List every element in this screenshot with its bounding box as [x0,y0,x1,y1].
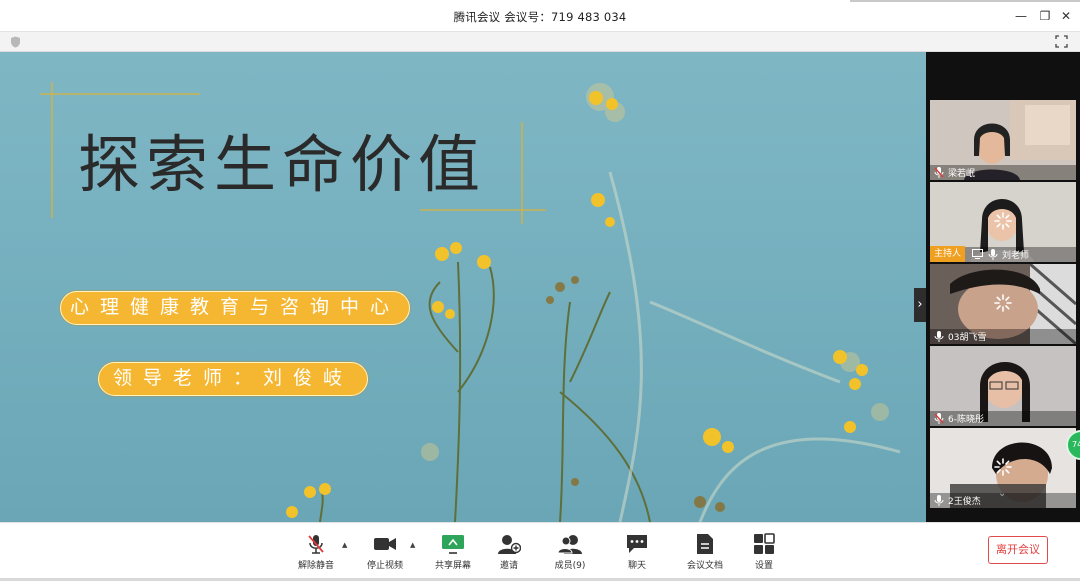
video-options-caret-icon[interactable]: ▲ [410,541,415,549]
share-screen-button[interactable]: 共享屏幕 [423,531,483,575]
members-label: 成员(9) [554,561,586,571]
restore-icon[interactable]: ❐ [1035,6,1055,26]
participant-name: 2王俊杰 [948,497,981,507]
participant-name: 03胡飞雪 [948,333,987,343]
invite-user-icon [498,535,521,554]
audio-options-caret-icon[interactable]: ▲ [342,541,347,549]
participant-tile[interactable]: 梁若岷 [930,100,1076,180]
mic-muted-icon [308,535,324,554]
unmute-label: 解除静音 [297,561,334,571]
participant-name: 刘老师 [1002,251,1030,261]
secondary-bar [0,32,1080,52]
mic-muted-icon [934,413,944,424]
video-camera-icon [374,538,396,550]
host-badge: 主持人 [930,246,966,262]
loading-spinner-icon [994,294,1012,312]
participant-panel: › 梁若岷 主持人 刘老师 03胡飞雪 6-陈晓彤 ⌄ 2王俊杰 [914,52,1080,522]
slide-title: 探索生命价值 [78,128,487,201]
settings-label: 设置 [754,561,773,571]
chat-bubble-icon [627,535,647,553]
invite-label: 邀请 [499,561,518,571]
chat-button[interactable]: 聊天 [607,531,667,575]
members-icon [558,535,582,554]
participant-tile-host[interactable]: 主持人 刘老师 [930,182,1076,262]
participant-name: 6-陈晓彤 [948,415,984,425]
title-bar: 腾讯会议 会议号：719 483 034 — ❐ ✕ [0,0,1080,32]
slide-teacher-pill: 领导老师：刘俊岐 [98,362,368,396]
window-title: 腾讯会议 会议号：719 483 034 [453,10,627,24]
stop-video-label: 停止视频 [366,561,403,571]
title-strip [850,0,1080,2]
chat-label: 聊天 [627,561,646,571]
mic-icon [934,331,944,342]
document-icon [697,534,713,554]
participant-name: 梁若岷 [948,169,976,179]
collapse-panel-arrow-icon[interactable]: › [914,288,926,322]
shared-slide: 探索生命价值 心理健康教育与咨询中心 领导老师：刘俊岐 [0,52,926,522]
mic-icon [934,495,944,506]
screen-share-icon [972,249,983,259]
loading-spinner-icon [994,212,1012,230]
unmute-button[interactable]: 解除静音 [286,531,346,575]
members-button[interactable]: 成员(9) [540,531,600,575]
share-screen-icon [442,535,464,554]
fullscreen-icon[interactable] [1055,35,1068,48]
minimize-icon[interactable]: — [1011,6,1031,26]
close-icon[interactable]: ✕ [1056,6,1076,26]
security-shield-icon[interactable] [10,36,21,48]
settings-button[interactable]: 设置 [734,531,794,575]
settings-grid-icon [754,533,775,554]
invite-button[interactable]: 邀请 [479,531,539,575]
meeting-toolbar: 解除静音 ▲ 停止视频 ▲ 共享屏幕 邀请 成员(9) 聊天 会议文档 设置 离… [0,522,1080,581]
participant-tile[interactable]: 6-陈晓彤 [930,346,1076,426]
meeting-docs-label: 会议文档 [686,561,723,571]
loading-spinner-icon [994,458,1012,476]
share-screen-label: 共享屏幕 [434,561,471,571]
stop-video-button[interactable]: 停止视频 [355,531,415,575]
mic-icon [988,249,998,260]
slide-subtitle-pill: 心理健康教育与咨询中心 [60,291,410,325]
mic-muted-icon [934,167,944,178]
meeting-docs-button[interactable]: 会议文档 [675,531,735,575]
leave-meeting-button[interactable]: 离开会议 [988,536,1048,564]
participant-tile[interactable]: 03胡飞雪 [930,264,1076,344]
participant-tile[interactable]: ⌄ 2王俊杰 [930,428,1076,508]
